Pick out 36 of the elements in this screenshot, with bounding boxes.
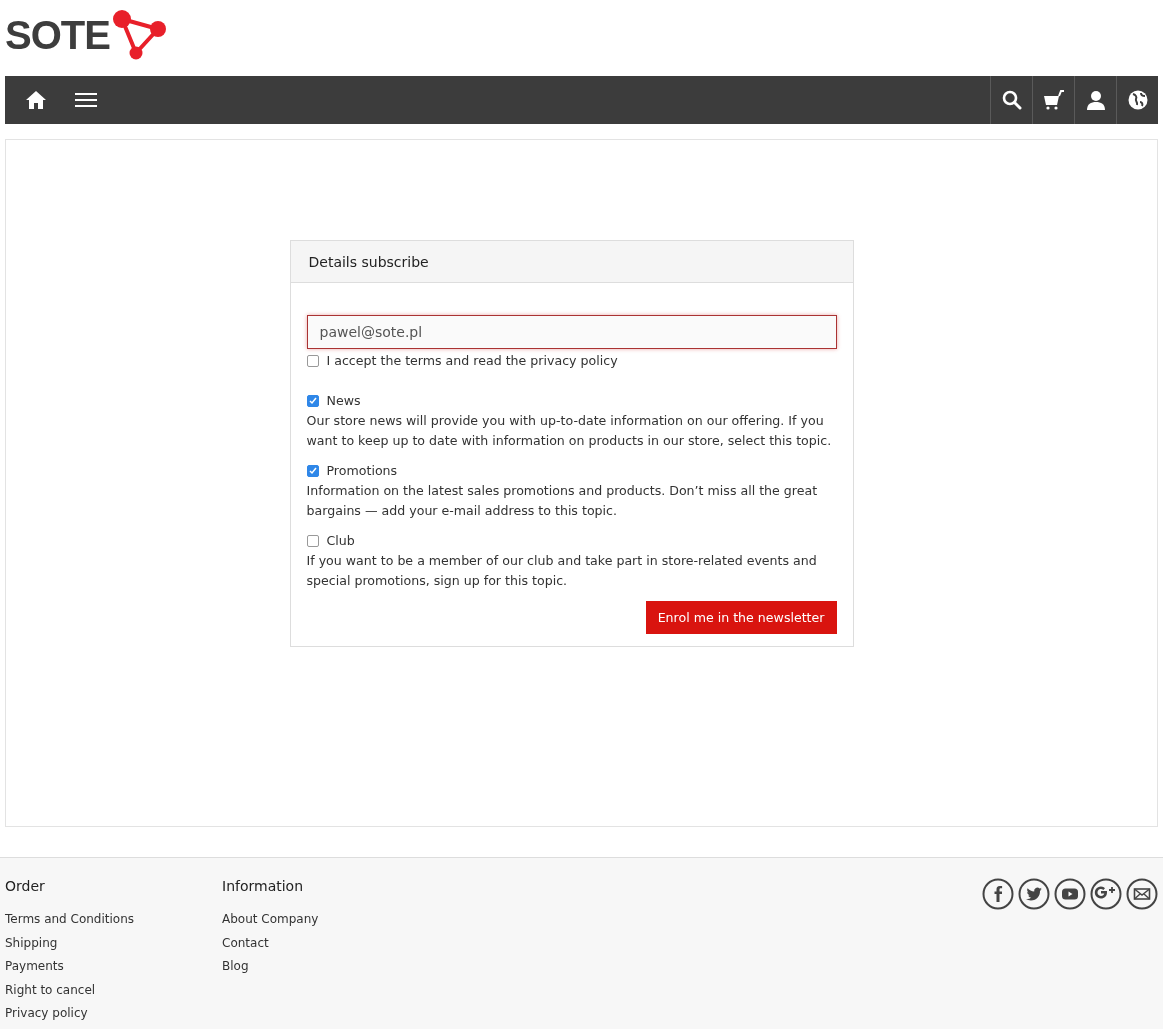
logo-text[interactable]: SOTE (5, 12, 110, 58)
footer-link[interactable]: Shipping (5, 931, 222, 955)
footer-heading: Order (5, 878, 46, 894)
checkbox[interactable] (306, 535, 319, 547)
panel-title: Details subscribe (290, 241, 853, 283)
footer-link[interactable]: Contact (222, 931, 439, 955)
search-icon[interactable] (1001, 90, 1022, 110)
footer-link[interactable]: Privacy policy (5, 1002, 222, 1026)
email-field[interactable]: pawel@sote.pl (306, 315, 837, 349)
enrol-button[interactable]: Enrol me in the newsletter (645, 601, 837, 634)
video-play-icon[interactable] (1054, 878, 1086, 910)
checkbox[interactable] (306, 355, 319, 367)
footer-link[interactable]: About Company (222, 908, 439, 932)
checkbox[interactable] (306, 465, 319, 477)
topic-label: Club (326, 532, 355, 550)
menu-icon[interactable] (75, 93, 97, 107)
envelope-icon[interactable] (1126, 878, 1158, 910)
footer-link[interactable]: Right to cancel (5, 978, 222, 1002)
home-icon[interactable] (25, 90, 47, 110)
facebook-icon[interactable] (982, 878, 1014, 910)
google-plus-icon[interactable] (1090, 878, 1122, 910)
footer-link[interactable]: Terms and Conditions (5, 908, 222, 932)
cart-icon[interactable] (1042, 90, 1065, 110)
checkbox[interactable] (306, 395, 319, 407)
footer-link[interactable]: Payments (5, 955, 222, 979)
topic-description: Our store news will provide you with up-to-date information on our offering. If you want to keep up to date with information on products in our store, select this topic. (306, 412, 833, 450)
globe-icon[interactable] (1127, 90, 1148, 110)
footer-heading: Information (222, 878, 305, 894)
terms-label: I accept the terms and read the privacy policy (326, 352, 618, 370)
footer-link[interactable]: Blog (222, 955, 439, 979)
topic-description: Information on the latest sales promotions and products. Don’t miss all the great bargains — add your e-mail address to this topic. (306, 482, 819, 520)
user-icon[interactable] (1085, 90, 1106, 110)
topic-label: Promotions (326, 462, 398, 480)
topic-description: If you want to be a member of our club and take part in store-related events and special promotions, sign up for this topic. (306, 552, 818, 590)
topic-label: News (326, 392, 361, 410)
bird-icon[interactable] (1018, 878, 1050, 910)
